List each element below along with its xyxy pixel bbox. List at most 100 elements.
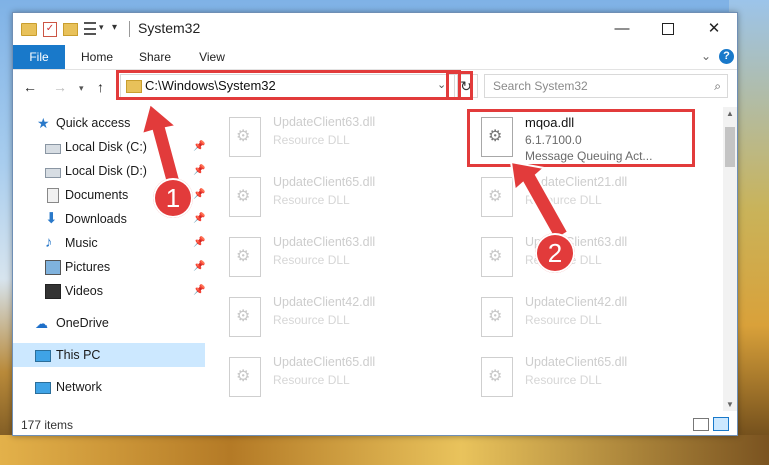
new-folder-icon[interactable] bbox=[63, 23, 78, 36]
file-name: UpdateClient65.dll bbox=[525, 355, 628, 369]
file-description: Resource DLL bbox=[273, 133, 350, 147]
file-highlight bbox=[467, 109, 695, 167]
pin-icon[interactable]: 📌 bbox=[193, 255, 205, 279]
dll-file-icon bbox=[229, 357, 261, 397]
search-input[interactable] bbox=[485, 75, 711, 97]
sidebar-item-label: Documents bbox=[65, 188, 129, 202]
file-tile[interactable]: UpdateClient63.dll Resource DLL bbox=[469, 231, 689, 281]
file-name: UpdateClient63.dll bbox=[273, 115, 376, 129]
dll-file-icon bbox=[229, 297, 261, 337]
computer-icon bbox=[35, 350, 51, 362]
file-tile[interactable]: UpdateClient42.dll Resource DLL bbox=[469, 291, 689, 341]
file-tile[interactable]: UpdateClient63.dll Resource DLL bbox=[217, 231, 437, 281]
maximize-icon bbox=[662, 23, 674, 36]
help-icon[interactable]: ? bbox=[719, 49, 734, 64]
documents-icon bbox=[47, 188, 59, 203]
callout-step-2: 2 bbox=[535, 233, 575, 273]
pin-icon[interactable]: 📌 bbox=[193, 183, 205, 207]
sidebar-item-label: Downloads bbox=[65, 212, 127, 226]
pin-icon[interactable]: 📌 bbox=[193, 135, 205, 159]
maximize-button[interactable] bbox=[645, 13, 691, 45]
scroll-up-arrow-icon[interactable]: ▲ bbox=[726, 109, 734, 118]
file-tile[interactable]: UpdateClient63.dll Resource DLL bbox=[217, 111, 437, 161]
star-icon: ★ bbox=[37, 115, 50, 131]
file-description: Resource DLL bbox=[273, 253, 350, 267]
pin-icon[interactable]: 📌 bbox=[193, 207, 205, 231]
dll-file-icon bbox=[229, 117, 261, 157]
dll-file-icon bbox=[481, 177, 513, 217]
forward-button[interactable]: → bbox=[53, 79, 67, 95]
file-name: UpdateClient42.dll bbox=[273, 295, 376, 309]
status-bar: 177 items bbox=[13, 413, 737, 435]
sidebar-item-local-disk-c[interactable]: Local Disk (C:) 📌 bbox=[13, 135, 205, 159]
tab-share[interactable]: Share bbox=[133, 45, 177, 69]
recent-locations-button[interactable]: ▾ bbox=[79, 83, 84, 94]
item-count: 177 items bbox=[21, 418, 74, 432]
folder-icon bbox=[21, 23, 37, 36]
sidebar-item-this-pc[interactable]: This PC bbox=[13, 343, 205, 367]
tab-home[interactable]: Home bbox=[75, 45, 119, 69]
sidebar-item-label: Quick access bbox=[56, 116, 131, 130]
file-name: UpdateClient65.dll bbox=[273, 355, 376, 369]
download-icon: ⬇ bbox=[45, 210, 58, 227]
cloud-icon: ☁ bbox=[35, 316, 48, 331]
dll-file-icon bbox=[229, 237, 261, 277]
close-button[interactable]: ✕ bbox=[691, 13, 737, 45]
file-name: UpdateClient21.dll bbox=[525, 175, 628, 189]
pin-icon[interactable]: 📌 bbox=[193, 279, 205, 303]
file-name: UpdateClient63.dll bbox=[273, 235, 376, 249]
search-box[interactable]: ⌕ bbox=[484, 74, 728, 98]
sidebar-item-label: This PC bbox=[56, 348, 101, 362]
sidebar-item-label: Network bbox=[56, 380, 102, 394]
sidebar-item-label: Videos bbox=[65, 284, 103, 298]
file-description: Resource DLL bbox=[525, 373, 602, 387]
large-icons-view-icon[interactable] bbox=[713, 417, 729, 431]
search-icon: ⌕ bbox=[714, 79, 721, 93]
toolbar-dropdown-arrow-icon[interactable]: ▾ bbox=[99, 22, 104, 38]
sidebar-item-music[interactable]: ♪ Music 📌 bbox=[13, 231, 205, 255]
back-button[interactable]: ← bbox=[23, 79, 37, 95]
desktop-background-ground bbox=[0, 435, 769, 465]
pin-icon[interactable]: 📌 bbox=[193, 159, 205, 183]
file-tile[interactable]: UpdateClient65.dll Resource DLL bbox=[469, 351, 689, 401]
up-button[interactable]: ↑ bbox=[97, 79, 104, 95]
properties-check-icon[interactable]: ✓ bbox=[43, 22, 57, 37]
sidebar-item-pictures[interactable]: Pictures 📌 bbox=[13, 255, 205, 279]
file-tile[interactable]: UpdateClient21.dll Resource DLL bbox=[469, 171, 689, 221]
file-description: Resource DLL bbox=[273, 313, 350, 327]
tab-view[interactable]: View bbox=[190, 45, 234, 69]
sidebar-item-onedrive[interactable]: ☁ OneDrive bbox=[13, 311, 205, 335]
address-bar-highlight bbox=[116, 70, 461, 100]
navigation-pane: ★ Quick access Local Disk (C:) 📌 Local D… bbox=[13, 107, 205, 411]
scrollbar-thumb[interactable] bbox=[725, 127, 735, 167]
scroll-down-arrow-icon[interactable]: ▼ bbox=[726, 400, 734, 409]
minimize-button[interactable]: — bbox=[599, 13, 645, 45]
pin-icon[interactable]: 📌 bbox=[193, 231, 205, 255]
sidebar-item-label: Pictures bbox=[65, 260, 111, 274]
title-bar: ✓ ▾ ▾ System32 — ✕ bbox=[13, 13, 737, 45]
details-view-icon[interactable] bbox=[693, 418, 709, 431]
expand-ribbon-icon[interactable]: ⌄ bbox=[701, 49, 711, 63]
music-icon: ♪ bbox=[45, 234, 53, 251]
window-title: System32 bbox=[138, 20, 201, 36]
file-tile[interactable]: UpdateClient65.dll Resource DLL bbox=[217, 351, 437, 401]
disk-icon bbox=[45, 144, 61, 154]
file-tile[interactable]: UpdateClient42.dll Resource DLL bbox=[217, 291, 437, 341]
network-icon bbox=[35, 382, 51, 394]
file-description: Resource DLL bbox=[525, 193, 602, 207]
vertical-scrollbar[interactable]: ▲ ▼ bbox=[723, 107, 737, 411]
tab-file[interactable]: File bbox=[13, 45, 65, 69]
customize-toolbar-icon[interactable] bbox=[84, 22, 96, 36]
file-description: Resource DLL bbox=[525, 313, 602, 327]
file-description: Resource DLL bbox=[273, 373, 350, 387]
quick-access-toolbar-menu-icon[interactable]: ▾ bbox=[112, 22, 117, 38]
sidebar-item-videos[interactable]: Videos 📌 bbox=[13, 279, 205, 303]
file-description: Resource DLL bbox=[273, 193, 350, 207]
sidebar-item-label: Local Disk (D:) bbox=[65, 164, 147, 178]
sidebar-item-network[interactable]: Network bbox=[13, 375, 205, 399]
sidebar-item-quick-access[interactable]: ★ Quick access bbox=[13, 111, 205, 135]
sidebar-item-label: OneDrive bbox=[56, 316, 109, 330]
refresh-highlight bbox=[446, 71, 473, 100]
dll-file-icon bbox=[481, 297, 513, 337]
file-tile[interactable]: UpdateClient65.dll Resource DLL bbox=[217, 171, 437, 221]
